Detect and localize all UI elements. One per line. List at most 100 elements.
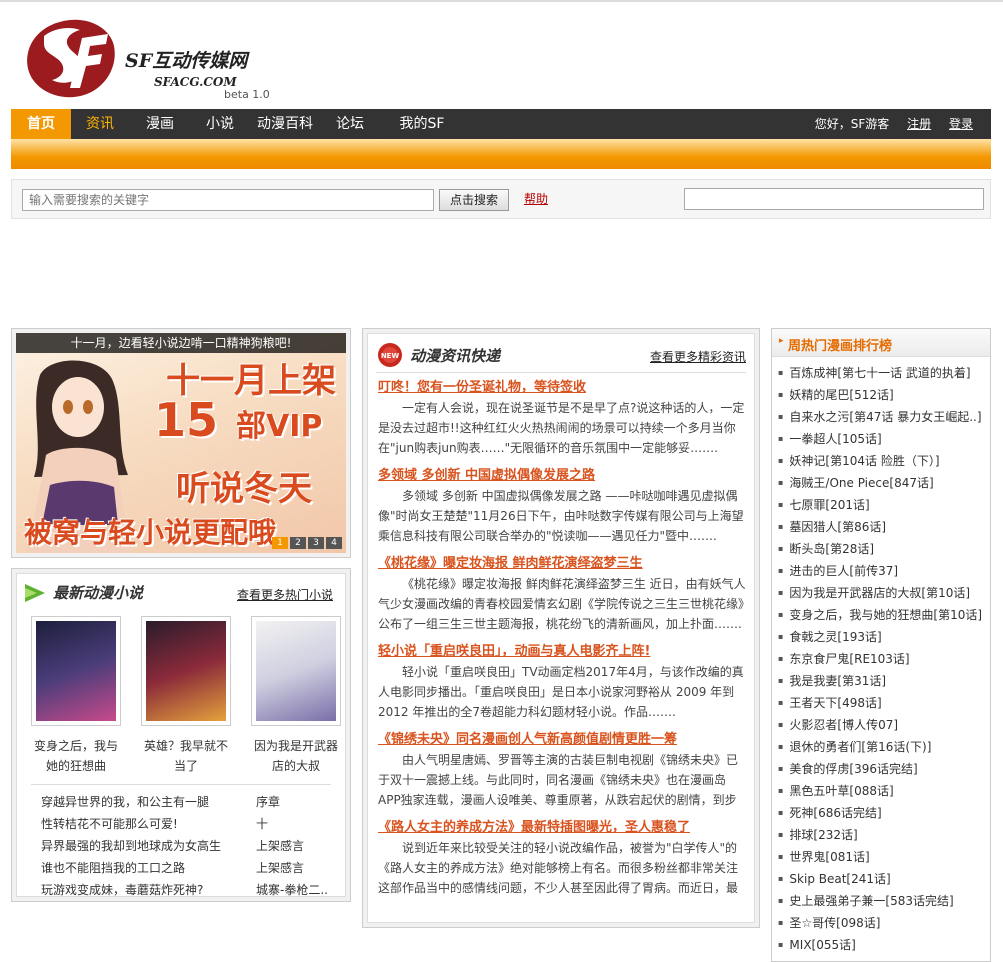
news-headline[interactable]: 《路人女主的养成方法》最新特插图曝光，圣人惠稳了 (378, 818, 748, 838)
ranking-item[interactable]: 因为我是开武器店的大叔[第10话] (778, 583, 988, 605)
banner-page-1[interactable]: 1 (272, 537, 288, 549)
login-link[interactable]: 登录 (949, 117, 973, 131)
news-headline[interactable]: 《锦绣未央》同名漫画创人气新高颜值剧情更胜一筹 (378, 730, 748, 750)
nav-forum[interactable]: 论坛 (323, 109, 377, 139)
new-badge-icon: NEW (378, 343, 402, 367)
ranking-item[interactable]: 退休的勇者们[第16话(下)] (778, 737, 988, 759)
ranking-item[interactable]: 变身之后，我与她的狂想曲[第10话] (778, 605, 988, 627)
book-card[interactable]: 因为我是开武器店的大叔 (251, 616, 341, 776)
ranking-item[interactable]: 妖精的尾巴[512话] (778, 385, 988, 407)
news-item: 叮咚！您有一份圣诞礼物，等待签收 一定有人会说，现在说圣诞节是不是早了点?说这种… (378, 378, 748, 466)
banner-page-2[interactable]: 2 (290, 537, 306, 549)
banner-pager: 1234 (270, 534, 342, 549)
ranking-item[interactable]: 排球[232话] (778, 825, 988, 847)
ranking-item[interactable]: 圣☆哥传[098话] (778, 913, 988, 935)
book-card[interactable]: 变身之后，我与她的狂想曲 (31, 616, 121, 776)
news-list: 叮咚！您有一份圣诞礼物，等待签收 一定有人会说，现在说圣诞节是不是早了点?说这种… (378, 378, 748, 906)
ranking-item[interactable]: 断头岛[第28话] (778, 539, 988, 561)
ranking-item[interactable]: 火影忍者[博人传07] (778, 715, 988, 737)
novel-chapter[interactable]: 上架感言 (256, 858, 304, 878)
ranking-item[interactable]: 黑色五叶草[088话] (778, 781, 988, 803)
list-item[interactable]: 玩游戏变成妹，毒蘑菇炸死神? 城寨-拳枪二.. (41, 880, 341, 902)
ranking-item[interactable]: 东京食尸鬼[RE103话] (778, 649, 988, 671)
book-cover-image (256, 621, 336, 721)
novel-chapter[interactable]: 城寨-拳枪二.. (256, 880, 328, 900)
search-input[interactable] (22, 189, 434, 211)
news-headline[interactable]: 《桃花缘》曝定妆海报 鲜肉鲜花演绎盗梦三生 (378, 554, 748, 574)
news-box: NEW 动漫资讯快递 查看更多精彩资讯 叮咚！您有一份圣诞礼物，等待签收 一定有… (362, 328, 760, 928)
novel-title[interactable]: 性转桔花不可能那么可爱! (41, 814, 178, 834)
news-item: 多领域 多创新 中国虚拟偶像发展之路 多领域 多创新 中国虚拟偶像发展之路 ——… (378, 466, 748, 554)
ranking-item[interactable]: 世界鬼[081话] (778, 847, 988, 869)
ranking-item[interactable]: 我是我妻[第31话] (778, 671, 988, 693)
news-summary: 由人气明星唐嫣、罗晋等主演的古装巨制电视剧《锦绣未央》已于双十一震撼上线。与此同… (378, 753, 739, 807)
site-logo[interactable]: SF互动传媒网 SFACG.COM beta 1.0 (24, 18, 294, 104)
banner-page-3[interactable]: 3 (308, 537, 324, 549)
more-news-link[interactable]: 查看更多精彩资讯 (650, 348, 746, 365)
nav-home[interactable]: 首页 (11, 109, 71, 139)
more-novels-link[interactable]: 查看更多热门小说 (237, 586, 333, 603)
ranking-header: ▸ 周热门漫画排行榜 (772, 329, 990, 357)
sf-logo-icon (27, 19, 115, 98)
banner-page-4[interactable]: 4 (326, 537, 342, 549)
ranking-item[interactable]: Skip Beat[241话] (778, 869, 988, 891)
news-headline[interactable]: 多领域 多创新 中国虚拟偶像发展之路 (378, 466, 748, 486)
news-headline[interactable]: 轻小说「重启咲良田」，动画与真人电影齐上阵! (378, 642, 748, 662)
list-item[interactable]: 性转桔花不可能那么可爱! 十 (41, 814, 341, 836)
book-title[interactable]: 英雄？我早就不当了 (141, 736, 231, 776)
list-item[interactable]: 穿越异世界的我，和公主有一腿 序章 (41, 792, 341, 814)
help-link[interactable]: 帮助 (524, 190, 548, 207)
site-name: SF互动传媒网 (125, 50, 248, 72)
book-card[interactable]: 英雄？我早就不当了 (141, 616, 231, 776)
list-item[interactable]: 异界最强的我却到地球成为女高生 上架感言 (41, 836, 341, 858)
ranking-title: 周热门漫画排行榜 (788, 339, 893, 354)
novel-title[interactable]: 穿越异世界的我，和公主有一腿 (41, 792, 209, 812)
ranking-item[interactable]: 美食的俘虏[396话完结] (778, 759, 988, 781)
nav-comics[interactable]: 漫画 (131, 109, 189, 139)
nav-encyclopedia[interactable]: 动漫百科 (251, 109, 319, 139)
news-item: 《路人女主的养成方法》最新特插图曝光，圣人惠稳了 说到近年来比较受关注的轻小说改… (378, 818, 748, 906)
secondary-input[interactable] (684, 188, 984, 210)
banner-caption: 十一月，边看轻小说边啃一口精神狗粮吧! (16, 333, 346, 353)
news-summary: 《桃花缘》曝定妆海报 鲜肉鲜花演绎盗梦三生 近日，由有妖气人气少女漫画改编的青春… (378, 577, 746, 631)
list-item[interactable]: 谁也不能阻挡我的工口之路 上架感言 (41, 858, 341, 880)
ranking-item[interactable]: 妖神记[第104话 险胜（下）] (778, 451, 988, 473)
novel-chapter[interactable]: 上架感言 (256, 836, 304, 856)
ranking-item[interactable]: 一拳超人[105话] (778, 429, 988, 451)
nav-news[interactable]: 资讯 (71, 109, 129, 139)
novel-title[interactable]: 玩游戏变成妹，毒蘑菇炸死神? (41, 880, 203, 900)
register-link[interactable]: 注册 (907, 117, 931, 131)
novel-title[interactable]: 谁也不能阻挡我的工口之路 (41, 858, 185, 878)
ranking-item[interactable]: 自来水之污[第47话 暴力女王崛起..] (778, 407, 988, 429)
book-title[interactable]: 变身之后，我与她的狂想曲 (31, 736, 121, 776)
promo-banner[interactable]: 十一月，边看轻小说边啃一口精神狗粮吧! 十一月上架 15 部VIP 听说冬天 被… (16, 333, 346, 553)
ranking-item[interactable]: 七原罪[201话] (778, 495, 988, 517)
ranking-box: ▸ 周热门漫画排行榜 百炼成神[第七十一话 武道的执着]妖精的尾巴[512话]自… (771, 328, 991, 962)
divider (31, 784, 331, 785)
news-item: 《桃花缘》曝定妆海报 鲜肉鲜花演绎盗梦三生 《桃花缘》曝定妆海报 鲜肉鲜花演绎盗… (378, 554, 748, 642)
ranking-item[interactable]: 死神[686话完结] (778, 803, 988, 825)
search-button[interactable]: 点击搜索 (439, 189, 509, 211)
book-title[interactable]: 因为我是开武器店的大叔 (251, 736, 341, 776)
news-headline[interactable]: 叮咚！您有一份圣诞礼物，等待签收 (378, 378, 748, 398)
search-bar: 点击搜索 帮助 (11, 179, 991, 219)
ranking-item[interactable]: 史上最强弟子兼一[583话完结] (778, 891, 988, 913)
ranking-item[interactable]: 王者天下[498话] (778, 693, 988, 715)
novel-chapter[interactable]: 序章 (256, 792, 280, 812)
ranking-item[interactable]: 百炼成神[第七十一话 武道的执着] (778, 363, 988, 385)
top-border (0, 0, 1003, 2)
ranking-item[interactable]: MIX[055话] (778, 935, 988, 957)
ranking-item[interactable]: 进击的巨人[前传37] (778, 561, 988, 583)
novel-title[interactable]: 异界最强的我却到地球成为女高生 (41, 836, 221, 856)
ranking-item[interactable]: 海贼王/One Piece[847话] (778, 473, 988, 495)
site-version: beta 1.0 (224, 88, 270, 101)
ranking-item[interactable]: 墓因猎人[第86话] (778, 517, 988, 539)
novel-chapter[interactable]: 十 (256, 814, 268, 834)
banner-headline-2: 15 (154, 393, 219, 447)
news-summary: 多领域 多创新 中国虚拟偶像发展之路 ——咔哒咖啡遇见虚拟偶像"时尚女王楚楚"1… (378, 489, 744, 543)
news-section-title: 动漫资讯快递 (410, 347, 501, 365)
ranking-item[interactable]: 食戟之灵[193话] (778, 627, 988, 649)
book-cover-image (146, 621, 226, 721)
nav-my-sf[interactable]: 我的SF (389, 109, 455, 139)
nav-novels[interactable]: 小说 (191, 109, 249, 139)
